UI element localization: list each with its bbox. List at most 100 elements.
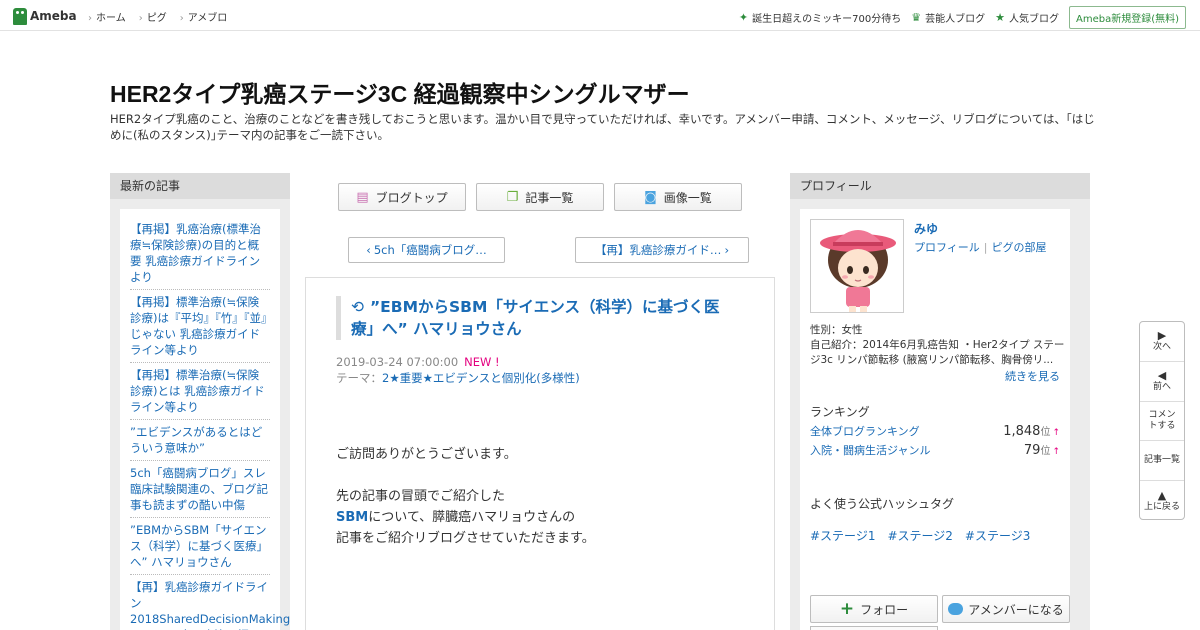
article-date: 2019-03-24 07:00:00 [336,355,459,369]
nav-home[interactable]: ホーム [88,9,126,24]
ameba-logo[interactable]: Ameba [13,6,77,26]
popular-blog-link[interactable]: ★ 人気ブログ [995,10,1059,25]
recent-article-link[interactable]: 【再掲】標準治療(≒保険診療)は『平均』『竹』『並』じゃない 乳癌診療ガイドライ… [130,290,270,363]
list-icon: ❐ [506,189,519,205]
body-paragraph: ご訪問ありがとうございます。 [336,447,517,462]
recent-articles-panel: 最新の記事 【再掲】乳癌治療(標準治療≒保険診療)の目的と概要 乳癌診療ガイドラ… [110,173,290,630]
top-nav: ホーム ピグ アメブロ [88,9,240,24]
theme-link[interactable]: 2★重要★エビデンスと個別化(多様性) [382,371,580,385]
prev-article-button[interactable]: ‹ 5ch「癌闘病ブログ… [348,237,505,263]
plus-icon: + [839,599,855,619]
prev-article-label: 5ch「癌闘病ブログ… [373,243,487,257]
new-badge: NEW ! [464,355,500,369]
ranking-unit: 位 [1040,446,1051,457]
next-page-button[interactable]: ▶ 次へ [1140,322,1184,362]
recent-article-link[interactable]: ”エビデンスがあるとはどういう意味か” [130,420,270,461]
image-list-label: 画像一覧 [663,190,712,205]
crown-icon: ♛ [911,11,922,24]
blog-title[interactable]: HER2タイプ乳癌ステージ3C 経過観察中シングルマザー [110,75,690,109]
register-button[interactable]: Ameba新規登録(無料) [1068,6,1186,29]
genre-ranking-link[interactable]: 入院・闘病生活ジャンル [810,442,930,458]
body-line: 先の記事の冒頭でご紹介した [336,489,506,504]
profile-links: プロフィール | ピグの部屋 [914,239,1047,255]
body-line: SBMについて、膵臓癌ハマリョウさんの [336,507,736,528]
recent-article-link[interactable]: 【再】乳癌診療ガイドライン2018SharedDecisionMakingのツー… [130,575,290,630]
avatar-image [811,220,903,312]
next-page-label: 次へ [1152,341,1171,352]
ameba-logo-icon [13,7,27,25]
rank-up-icon: ↑ [1052,447,1060,457]
nav-pigg[interactable]: ピグ [139,9,167,24]
reblog-icon: ⟲ [351,298,364,316]
floating-nav: ▶ 次へ ◀ 前へ コメントする 記事一覧 ▲ 上に戻る [1139,321,1185,520]
image-list-button[interactable]: ◙ 画像一覧 [614,183,742,211]
nav-ameblo[interactable]: アメブロ [180,9,228,24]
speech-bubble-icon [948,603,964,615]
arrow-up-icon: ▲ [1157,488,1167,502]
prev-page-label: 前へ [1152,381,1171,392]
become-member-label: アメンバーになる [968,602,1064,617]
article-entry: ⟲ ”EBMからSBM「サイエンス（科学）に基づく医療」へ” ハマリョウさん 20… [305,277,775,630]
blog-top-button[interactable]: ▤ ブログトップ [338,183,466,211]
follow-label: フォロー [860,602,909,617]
recent-articles-list: 【再掲】乳癌治療(標準治療≒保険診療)の目的と概要 乳癌診療ガイドラインより 【… [120,209,290,630]
ranking-value: 1,848 [1003,424,1041,439]
play-icon: ▶ [1157,328,1167,342]
recent-article-link[interactable]: 【再掲】標準治療(≒保険診療)とは 乳癌診療ガイドライン等より [130,363,270,420]
body-paragraph: 先の記事の冒頭でご紹介した SBMについて、膵臓癌ハマリョウさんの 記事をご紹介… [336,486,736,549]
sbm-link[interactable]: SBM [336,510,368,525]
next-article-button[interactable]: 【再】乳癌診療ガイド… › [575,237,749,263]
blog-top-label: ブログトップ [375,190,448,205]
article-body: ご訪問ありがとうございます。 先の記事の冒頭でご紹介した SBMについて、膵臓癌… [336,444,736,549]
popular-blog-label: 人気ブログ [1008,14,1059,25]
ranking-heading: ランキング [810,405,870,419]
document-icon: ▤ [356,189,369,205]
camera-icon: ◙ [644,189,657,205]
prev-page-button[interactable]: ◀ 前へ [1140,362,1184,402]
avatar[interactable] [810,219,904,313]
recent-articles-heading: 最新の記事 [110,173,290,199]
link-separator: | [983,241,988,254]
blog-nav-buttons: ▤ ブログトップ ❐ 記事一覧 ◙ 画像一覧 [338,183,752,211]
article-title-text: ”EBMからSBM「サイエンス（科学）に基づく医療」へ” ハマリョウさん [351,298,720,338]
overall-ranking-link[interactable]: 全体ブログランキング [810,423,920,439]
profile-name[interactable]: みゆ [914,220,938,237]
comment-label: コメントする [1148,409,1176,431]
hashtag-link[interactable]: #ステージ3 [965,527,1030,544]
pigg-room-link[interactable]: ピグの部屋 [992,241,1047,254]
recent-article-link[interactable]: ”EBMからSBM「サイエンス（科学）に基づく医療」へ” ハマリョウさん [130,518,270,575]
become-member-button[interactable]: アメンバーになる [942,595,1070,623]
top-right-links: ✦ 誕生日超えのミッキー700分待ち ♛ 芸能人ブログ ★ 人気ブログ Ameba新規… [739,6,1186,29]
theme-label: テーマ： [336,371,382,385]
rank-up-icon: ↑ [1052,428,1060,438]
next-article-label: 【再】乳癌診療ガイド… [594,243,722,257]
article-title[interactable]: ⟲ ”EBMからSBM「サイエンス（科学）に基づく医療」へ” ハマリョウさん [336,296,736,340]
chevron-left-icon: ‹ [366,243,371,257]
follow-button[interactable]: + フォロー [810,595,938,623]
profile-heading: プロフィール [790,173,1090,199]
ranking-unit: 位 [1040,427,1051,438]
comment-button[interactable]: コメントする [1140,402,1184,442]
blog-description: HER2タイプ乳癌のこと、治療のことなどを書き残しておこうと思います。温かい目で… [110,112,1095,142]
hashtag-heading: よく使う公式ハッシュタグ [810,497,955,511]
profile-gender: 性別：女性 [810,324,863,336]
ranking-row: 全体ブログランキング 1,848位 ↑ [810,423,1060,439]
ranking-value: 79 [1023,443,1041,458]
star-icon: ★ [995,11,1005,24]
logo-text: Ameba [30,9,77,23]
profile-link[interactable]: プロフィール [914,241,980,254]
back-to-top-button[interactable]: ▲ 上に戻る [1140,481,1184,521]
recent-article-link[interactable]: 【再掲】乳癌治療(標準治療≒保険診療)の目的と概要 乳癌診療ガイドラインより [130,217,270,290]
article-list-button[interactable]: ❐ 記事一覧 [476,183,604,211]
celebrity-blog-link[interactable]: ♛ 芸能人ブログ [911,10,985,25]
partial-button[interactable] [810,626,938,630]
hashtag-list: #ステージ1 #ステージ2 #ステージ3 [810,527,1030,544]
hashtag-link[interactable]: #ステージ1 [810,527,875,544]
body-text: について、膵臓癌ハマリョウさんの [368,510,576,525]
back-icon: ◀ [1157,368,1167,382]
see-more-link[interactable]: 続きを見る [1005,368,1060,384]
hashtag-link[interactable]: #ステージ2 [887,527,952,544]
recent-article-link[interactable]: 5ch「癌闘病ブログ」スレ 臨床試験関連の、ブログ記事も読まずの酷い中傷 [130,461,270,518]
trending-link[interactable]: ✦ 誕生日超えのミッキー700分待ち [739,10,901,25]
article-list-float-button[interactable]: 記事一覧 [1140,441,1184,482]
